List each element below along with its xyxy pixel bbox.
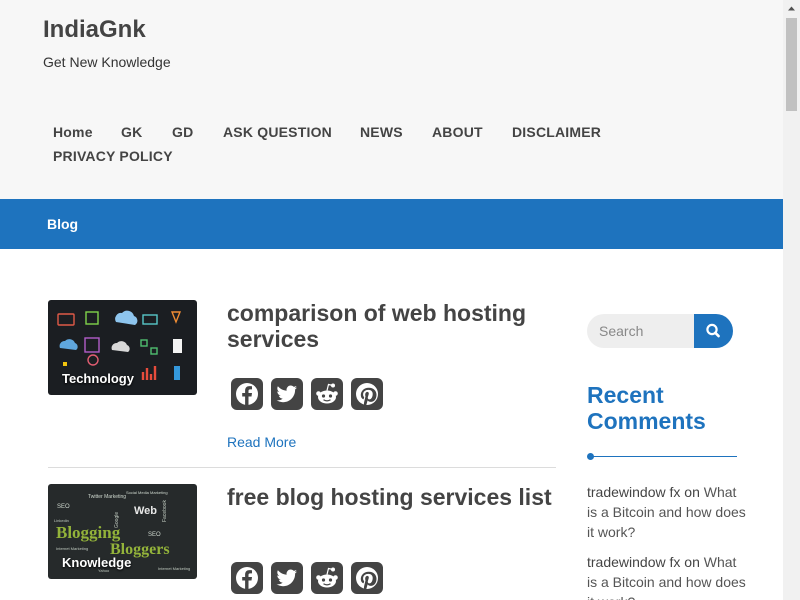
nav-item-disclaimer[interactable]: DISCLAIMER bbox=[512, 120, 601, 144]
recent-comments-title: Recent Comments bbox=[587, 382, 706, 434]
thumb-word: Internet Marketing bbox=[56, 546, 88, 551]
page-title: Blog bbox=[47, 216, 79, 232]
site-header: IndiaGnk Get New Knowledge Home GK GD AS… bbox=[0, 0, 783, 199]
twitter-icon[interactable] bbox=[271, 561, 303, 595]
facebook-icon[interactable] bbox=[231, 377, 263, 411]
nav-item-gk[interactable]: GK bbox=[121, 120, 142, 144]
page-title-bar: Blog bbox=[0, 199, 783, 249]
site-tagline: Get New Knowledge bbox=[43, 54, 171, 70]
post-thumbnail[interactable]: SEO Twitter Marketing Social Media Marke… bbox=[48, 484, 197, 579]
thumb-word: Blogging bbox=[56, 523, 121, 542]
scroll-up-arrow-icon[interactable] bbox=[783, 0, 800, 17]
search-input[interactable] bbox=[587, 314, 694, 348]
post-category[interactable]: Knowledge bbox=[62, 555, 131, 571]
nav-item-home[interactable]: Home bbox=[53, 120, 93, 144]
reddit-icon[interactable] bbox=[311, 377, 343, 411]
thumb-word: SEO bbox=[57, 504, 70, 510]
recent-comment-item: tradewindow fx on What is a Bitcoin and … bbox=[587, 552, 747, 600]
scrollbar-thumb[interactable] bbox=[786, 18, 797, 111]
comment-author[interactable]: tradewindow fx bbox=[587, 484, 680, 500]
post-title[interactable]: free blog hosting services list bbox=[227, 484, 556, 510]
post-title[interactable]: comparison of web hosting services bbox=[227, 300, 556, 352]
search-icon bbox=[706, 323, 720, 338]
thumb-word: Twitter Marketing bbox=[88, 494, 126, 500]
pinterest-icon[interactable] bbox=[351, 561, 383, 595]
post-divider bbox=[48, 467, 556, 468]
read-more-link[interactable]: Read More bbox=[227, 434, 296, 450]
nav-item-gd[interactable]: GD bbox=[172, 120, 193, 144]
post-card: Technology comparison of web hosting ser… bbox=[48, 300, 556, 460]
comment-author[interactable]: tradewindow fx bbox=[587, 554, 680, 570]
page: IndiaGnk Get New Knowledge Home GK GD AS… bbox=[0, 0, 783, 600]
site-title[interactable]: IndiaGnk bbox=[43, 16, 146, 44]
recent-comment-item: tradewindow fx on What is a Bitcoin and … bbox=[587, 482, 747, 542]
twitter-icon[interactable] bbox=[271, 377, 303, 411]
comment-on-label: on bbox=[684, 484, 700, 500]
nav-item-news[interactable]: NEWS bbox=[360, 120, 403, 144]
post-card: SEO Twitter Marketing Social Media Marke… bbox=[48, 484, 556, 600]
facebook-icon[interactable] bbox=[231, 561, 263, 595]
thumb-word: SEO bbox=[148, 532, 161, 538]
nav-item-privacy-policy[interactable]: PRIVACY POLICY bbox=[53, 144, 173, 168]
post-category[interactable]: Technology bbox=[62, 371, 134, 387]
reddit-icon[interactable] bbox=[311, 561, 343, 595]
thumb-word: Google bbox=[114, 512, 120, 528]
widget-title-underline bbox=[590, 456, 737, 457]
thumb-word: Internet Marketing bbox=[158, 566, 190, 571]
thumb-word: Facebook bbox=[162, 500, 168, 522]
vertical-scrollbar[interactable] bbox=[783, 0, 800, 600]
pinterest-icon[interactable] bbox=[351, 377, 383, 411]
search-button[interactable] bbox=[694, 314, 733, 348]
post-thumbnail[interactable]: Technology bbox=[48, 300, 197, 395]
nav-item-about[interactable]: ABOUT bbox=[432, 120, 483, 144]
thumb-word: Web bbox=[134, 505, 157, 517]
search-form bbox=[587, 314, 733, 348]
thumb-word: Social Media Marketing bbox=[126, 490, 168, 495]
nav-item-ask-question[interactable]: ASK QUESTION bbox=[223, 120, 332, 144]
comment-on-label: on bbox=[684, 554, 700, 570]
